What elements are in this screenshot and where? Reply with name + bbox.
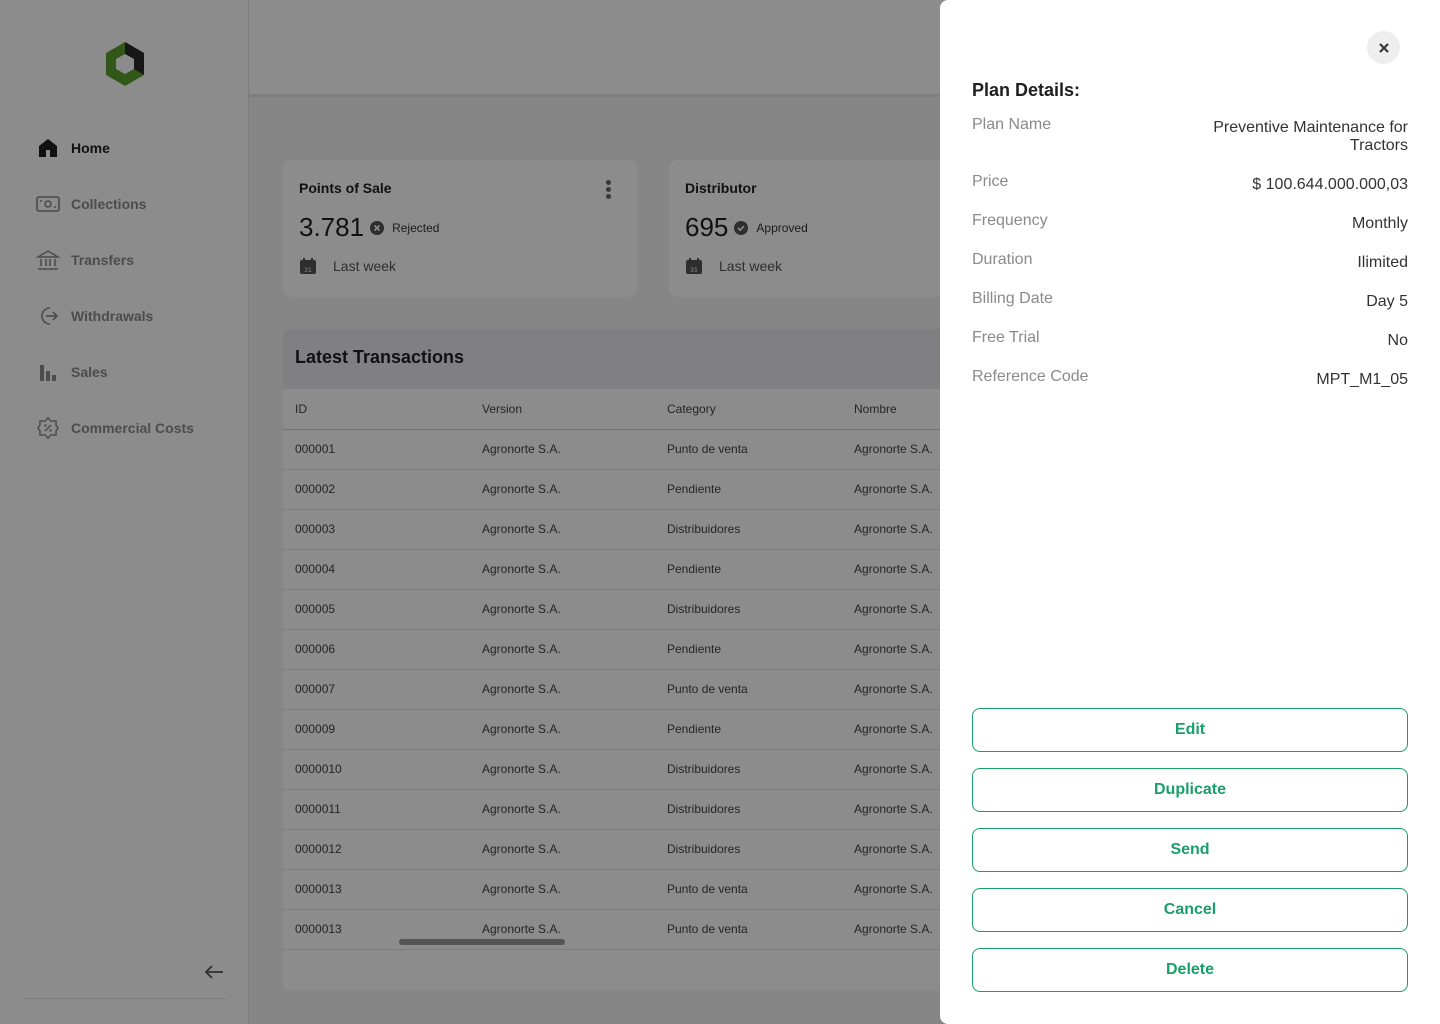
detail-value: Day 5 — [1366, 293, 1408, 310]
edit-button[interactable]: Edit — [972, 708, 1408, 752]
detail-label: Billing Date — [972, 290, 1053, 307]
detail-value: Preventive Maintenance for Tractors — [1213, 119, 1408, 154]
detail-row-price: Price $ 100.644.000.000,03 — [972, 173, 1408, 194]
detail-row-reference-code: Reference Code MPT_M1_05 — [972, 368, 1408, 389]
close-button[interactable] — [1367, 31, 1400, 64]
drawer-actions: Edit Duplicate Send Cancel Delete — [972, 708, 1408, 1008]
drawer-title: Plan Details: — [972, 80, 1081, 100]
detail-label: Plan Name — [972, 116, 1052, 133]
duplicate-button[interactable]: Duplicate — [972, 768, 1408, 812]
detail-row-billing-date: Billing Date Day 5 — [972, 290, 1408, 311]
plan-details-list: Plan Name Preventive Maintenance for Tra… — [972, 116, 1408, 407]
detail-value: $ 100.644.000.000,03 — [1252, 176, 1408, 193]
detail-label: Price — [972, 173, 1009, 190]
cancel-button[interactable]: Cancel — [972, 888, 1408, 932]
detail-row-plan-name: Plan Name Preventive Maintenance for Tra… — [972, 116, 1408, 155]
detail-row-duration: Duration Ilimited — [972, 251, 1408, 272]
detail-row-free-trial: Free Trial No — [972, 329, 1408, 350]
detail-value: Monthly — [1351, 215, 1408, 232]
detail-value: No — [1387, 332, 1408, 349]
detail-label: Free Trial — [972, 329, 1040, 346]
detail-row-frequency: Frequency Monthly — [972, 212, 1408, 233]
close-icon — [1378, 42, 1389, 53]
detail-label: Reference Code — [972, 368, 1089, 385]
detail-label: Frequency — [972, 212, 1048, 229]
detail-label: Duration — [972, 251, 1033, 268]
delete-button[interactable]: Delete — [972, 948, 1408, 992]
detail-value: MPT_M1_05 — [1316, 371, 1408, 388]
send-button[interactable]: Send — [972, 828, 1408, 872]
plan-details-drawer: Plan Details: Plan Name Preventive Maint… — [940, 0, 1440, 1024]
detail-value: Ilimited — [1357, 254, 1408, 271]
